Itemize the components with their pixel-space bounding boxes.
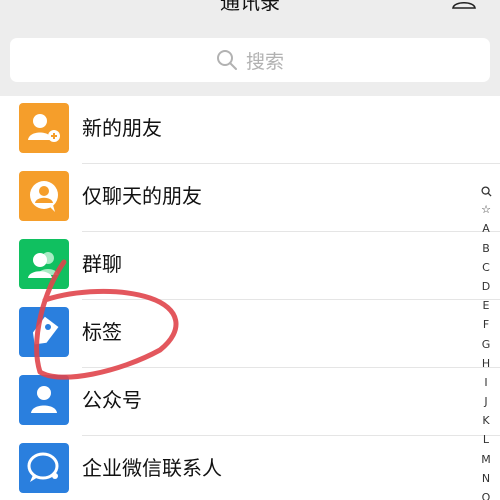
- index-letter[interactable]: K: [478, 411, 494, 430]
- list-item-label: 公众号: [82, 388, 142, 412]
- index-letter[interactable]: F: [478, 315, 494, 334]
- page-title: 通讯录: [220, 0, 280, 14]
- add-contact-icon[interactable]: [452, 0, 478, 12]
- list-item-tags[interactable]: 标签: [0, 300, 500, 368]
- list-item-label: 群聊: [82, 252, 122, 276]
- work-wechat-contacts-icon: [19, 443, 69, 493]
- index-letter[interactable]: I: [478, 373, 494, 392]
- tag-icon: [19, 307, 69, 357]
- chat-only-friends-icon: [19, 171, 69, 221]
- list-item-label: 仅聊天的朋友: [82, 184, 202, 208]
- index-letter[interactable]: O: [478, 488, 494, 500]
- list-item-label: 企业微信联系人: [82, 456, 222, 480]
- list-item-label: 标签: [82, 320, 122, 344]
- contacts-function-list: 新的朋友 仅聊天的朋友 群聊 标签 公众号 企业微信联系人: [0, 96, 500, 500]
- index-letter[interactable]: A: [478, 219, 494, 238]
- index-letter[interactable]: C: [478, 258, 494, 277]
- group-chat-icon: [19, 239, 69, 289]
- search-bar[interactable]: 搜索: [10, 38, 490, 82]
- top-bar: 通讯录 搜索: [0, 0, 500, 96]
- index-search-icon[interactable]: [478, 181, 494, 200]
- index-letter[interactable]: M: [478, 450, 494, 469]
- list-item-label: 新的朋友: [82, 116, 162, 140]
- index-letter[interactable]: J: [478, 392, 494, 411]
- index-letter[interactable]: ☆: [478, 200, 494, 219]
- list-item-work-wechat-contacts[interactable]: 企业微信联系人: [0, 436, 500, 500]
- list-item-official-accounts[interactable]: 公众号: [0, 368, 500, 436]
- index-letter[interactable]: L: [478, 430, 494, 449]
- index-letter[interactable]: E: [478, 296, 494, 315]
- index-letter[interactable]: G: [478, 335, 494, 354]
- new-friend-icon: [19, 103, 69, 153]
- search-placeholder: 搜索: [245, 50, 284, 73]
- index-letter[interactable]: B: [478, 239, 494, 258]
- official-accounts-icon: [19, 375, 69, 425]
- index-letter[interactable]: H: [478, 354, 494, 373]
- list-item-group-chats[interactable]: 群聊: [0, 232, 500, 300]
- list-item-new-friends[interactable]: 新的朋友: [0, 96, 500, 164]
- list-item-chat-only-friends[interactable]: 仅聊天的朋友: [0, 164, 500, 232]
- index-letter[interactable]: N: [478, 469, 494, 488]
- index-letter[interactable]: D: [478, 277, 494, 296]
- search-icon: [216, 50, 237, 70]
- alphabet-index[interactable]: ☆ A B C D E F G H I J K L M N O: [478, 181, 494, 500]
